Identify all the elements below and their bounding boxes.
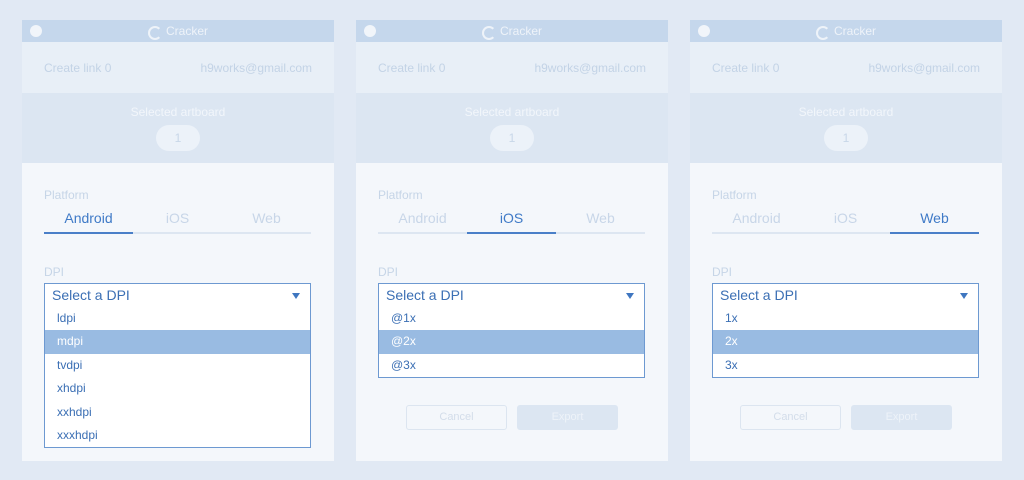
dpi-option-xhdpi[interactable]: xhdpi — [45, 377, 310, 400]
action-buttons: Cancel Export — [740, 405, 952, 430]
selected-artboard-block: Selected artboard 1 — [22, 93, 334, 163]
title-bar: Cracker — [690, 20, 1002, 42]
dpi-select-placeholder: Select a DPI — [720, 287, 798, 303]
export-panel-android: Cracker Create link 0 h9works@gmail.com … — [22, 20, 334, 461]
tab-ios[interactable]: iOS — [467, 206, 556, 234]
export-button[interactable]: Export — [517, 405, 618, 430]
dpi-option-xxxhdpi[interactable]: xxxhdpi — [45, 424, 310, 447]
tab-web[interactable]: Web — [890, 206, 979, 234]
dpi-option-2x[interactable]: 2x — [713, 330, 978, 354]
dpi-select-placeholder: Select a DPI — [52, 287, 130, 303]
create-link-text[interactable]: Create link 0 — [44, 61, 111, 75]
dpi-option-2x[interactable]: @2x — [379, 330, 644, 354]
artboard-count-badge: 1 — [156, 125, 200, 151]
window-close-dot[interactable] — [30, 25, 42, 37]
cancel-button[interactable]: Cancel — [406, 405, 507, 430]
tab-ios[interactable]: iOS — [133, 206, 222, 232]
dpi-dropdown: Select a DPI 1x 2x 3x — [712, 283, 979, 379]
dpi-option-tvdpi[interactable]: tvdpi — [45, 354, 310, 377]
platform-tabs: Android iOS Web — [712, 206, 979, 234]
platform-label: Platform — [712, 188, 757, 202]
selected-artboard-label: Selected artboard — [798, 105, 894, 119]
dpi-option-xxhdpi[interactable]: xxhdpi — [45, 401, 310, 424]
export-panel-ios: Cracker Create link 0 h9works@gmail.com … — [356, 20, 668, 461]
platform-tabs: Android iOS Web — [44, 206, 311, 234]
dpi-option-mdpi[interactable]: mdpi — [45, 330, 310, 354]
tab-android[interactable]: Android — [712, 206, 801, 232]
caret-down-icon — [626, 293, 634, 299]
dpi-dropdown: Select a DPI @1x @2x @3x — [378, 283, 645, 379]
dpi-select-placeholder: Select a DPI — [386, 287, 464, 303]
artboard-count-badge: 1 — [490, 125, 534, 151]
app-title-text: Cracker — [833, 24, 876, 38]
cracker-logo-icon — [147, 25, 162, 40]
tab-web[interactable]: Web — [556, 206, 645, 232]
account-row: Create link 0 h9works@gmail.com — [690, 42, 1002, 93]
selected-artboard-block: Selected artboard 1 — [690, 93, 1002, 163]
tab-web[interactable]: Web — [222, 206, 311, 232]
title-bar: Cracker — [22, 20, 334, 42]
app-title: Cracker — [481, 20, 542, 42]
dpi-dropdown: Select a DPI ldpi mdpi tvdpi xhdpi xxhdp… — [44, 283, 311, 449]
artboard-count-badge: 1 — [824, 125, 868, 151]
dpi-option-3x[interactable]: 3x — [713, 354, 978, 377]
dpi-label: DPI — [712, 265, 733, 279]
window-close-dot[interactable] — [364, 25, 376, 37]
platform-label: Platform — [44, 188, 89, 202]
dpi-select[interactable]: Select a DPI — [713, 284, 978, 307]
platform-label: Platform — [378, 188, 423, 202]
account-row: Create link 0 h9works@gmail.com — [22, 42, 334, 93]
window-close-dot[interactable] — [698, 25, 710, 37]
dpi-option-ldpi[interactable]: ldpi — [45, 307, 310, 330]
account-email: h9works@gmail.com — [200, 60, 312, 75]
platform-tabs: Android iOS Web — [378, 206, 645, 234]
dpi-label: DPI — [44, 265, 65, 279]
dpi-option-1x[interactable]: @1x — [379, 307, 644, 330]
account-row: Create link 0 h9works@gmail.com — [356, 42, 668, 93]
dpi-option-1x[interactable]: 1x — [713, 307, 978, 330]
selected-artboard-label: Selected artboard — [130, 105, 226, 119]
cancel-button[interactable]: Cancel — [740, 405, 841, 430]
export-button[interactable]: Export — [851, 405, 952, 430]
tab-android[interactable]: Android — [44, 206, 133, 234]
dpi-select[interactable]: Select a DPI — [379, 284, 644, 307]
create-link-text[interactable]: Create link 0 — [712, 61, 779, 75]
caret-down-icon — [292, 293, 300, 299]
cracker-logo-icon — [815, 25, 830, 40]
dpi-label: DPI — [378, 265, 399, 279]
app-title-text: Cracker — [499, 24, 542, 38]
tab-android[interactable]: Android — [378, 206, 467, 232]
create-link-text[interactable]: Create link 0 — [378, 61, 445, 75]
dpi-option-3x[interactable]: @3x — [379, 354, 644, 377]
selected-artboard-label: Selected artboard — [464, 105, 560, 119]
dpi-select[interactable]: Select a DPI — [45, 284, 310, 307]
selected-artboard-block: Selected artboard 1 — [356, 93, 668, 163]
cracker-logo-icon — [481, 25, 496, 40]
title-bar: Cracker — [356, 20, 668, 42]
app-title-text: Cracker — [165, 24, 208, 38]
account-email: h9works@gmail.com — [534, 60, 646, 75]
app-title: Cracker — [815, 20, 876, 42]
tab-ios[interactable]: iOS — [801, 206, 890, 232]
export-panel-web: Cracker Create link 0 h9works@gmail.com … — [690, 20, 1002, 461]
app-title: Cracker — [147, 20, 208, 42]
caret-down-icon — [960, 293, 968, 299]
action-buttons: Cancel Export — [406, 405, 618, 430]
account-email: h9works@gmail.com — [868, 60, 980, 75]
